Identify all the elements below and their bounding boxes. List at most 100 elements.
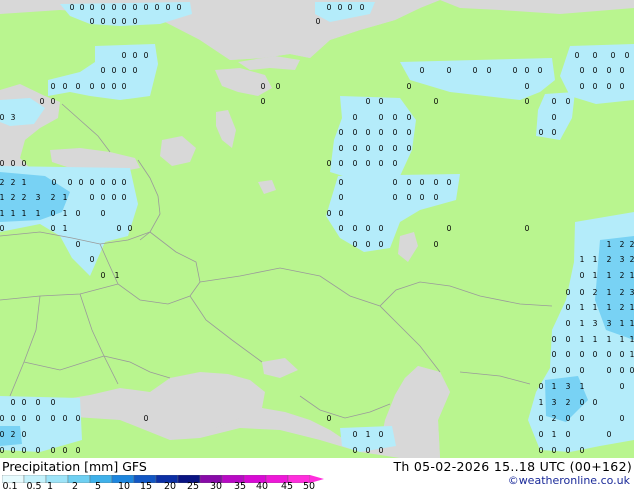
grid-value: 0 bbox=[63, 414, 68, 423]
grid-value: 0 bbox=[353, 159, 358, 168]
grid-value: 0 bbox=[261, 97, 266, 106]
scale-label: 10 bbox=[117, 481, 131, 492]
grid-value: 0 bbox=[36, 414, 41, 423]
grid-value: 2 bbox=[552, 414, 557, 423]
grid-value: 0 bbox=[420, 193, 425, 202]
grid-value: 2 bbox=[607, 255, 612, 264]
valid-time: Th 05-02-2026 15..18 UTC (00+162) bbox=[393, 459, 632, 474]
grid-value: 0 bbox=[133, 3, 138, 12]
grid-value: 0 bbox=[22, 414, 27, 423]
grid-value: 3 bbox=[36, 193, 41, 202]
grid-value: 0 bbox=[580, 398, 585, 407]
grid-value: 0 bbox=[52, 178, 57, 187]
grid-value: 0 bbox=[353, 224, 358, 233]
grid-value: 0 bbox=[79, 178, 84, 187]
grid-value: 0 bbox=[580, 446, 585, 455]
grid-value: 3 bbox=[620, 255, 625, 264]
grid-value: 0 bbox=[144, 51, 149, 60]
grid-value: 0 bbox=[0, 446, 5, 455]
grid-value: 1 bbox=[63, 224, 68, 233]
grid-value: 1 bbox=[630, 271, 634, 280]
grid-value: 0 bbox=[327, 3, 332, 12]
credit-link[interactable]: ©weatheronline.co.uk bbox=[508, 474, 630, 487]
grid-value: 1 bbox=[63, 209, 68, 218]
grid-value: 0 bbox=[593, 82, 598, 91]
grid-value: 0 bbox=[539, 382, 544, 391]
grid-value: 3 bbox=[566, 382, 571, 391]
grid-value: 1 bbox=[580, 335, 585, 344]
grid-value: 0 bbox=[128, 224, 133, 233]
grid-value: 1 bbox=[0, 193, 5, 202]
grid-value: 0 bbox=[552, 113, 557, 122]
grid-value: 0 bbox=[552, 366, 557, 375]
grid-value: 0 bbox=[393, 159, 398, 168]
grid-value: 0 bbox=[580, 414, 585, 423]
grid-value: 0 bbox=[122, 82, 127, 91]
grid-value: 1 bbox=[607, 288, 612, 297]
grid-value: 0 bbox=[327, 414, 332, 423]
grid-value: 0 bbox=[620, 414, 625, 423]
grid-value: 0 bbox=[393, 113, 398, 122]
grid-value: 0 bbox=[51, 82, 56, 91]
grid-value: 0 bbox=[447, 66, 452, 75]
grid-value: 0 bbox=[407, 144, 412, 153]
grid-value: 0 bbox=[122, 51, 127, 60]
grid-value: 0 bbox=[366, 224, 371, 233]
grid-value: 0 bbox=[525, 66, 530, 75]
grid-value: 0 bbox=[339, 209, 344, 218]
grid-value: 0 bbox=[76, 414, 81, 423]
grid-value: 1 bbox=[0, 209, 5, 218]
grid-value: 1 bbox=[630, 350, 634, 359]
grid-value: 0 bbox=[51, 209, 56, 218]
grid-value: 2 bbox=[51, 193, 56, 202]
grid-value: 0 bbox=[620, 382, 625, 391]
grid-value: 0 bbox=[620, 66, 625, 75]
grid-value: 1 bbox=[552, 382, 557, 391]
grid-value: 0 bbox=[353, 240, 358, 249]
scale-label: 0.1 bbox=[2, 481, 18, 492]
grid-value: 0 bbox=[580, 82, 585, 91]
grid-value: 1 bbox=[607, 240, 612, 249]
grid-value: 0 bbox=[434, 193, 439, 202]
grid-value: 0 bbox=[122, 178, 127, 187]
grid-value: 0 bbox=[353, 446, 358, 455]
grid-value: 1 bbox=[593, 303, 598, 312]
grid-value: 0 bbox=[607, 350, 612, 359]
precipitation-map[interactable]: 0000000000000000000000000000000000000000… bbox=[0, 0, 634, 458]
grid-value: 0 bbox=[420, 178, 425, 187]
grid-value: 0 bbox=[625, 51, 630, 60]
grid-value: 0 bbox=[0, 430, 5, 439]
grid-value: 1 bbox=[580, 382, 585, 391]
grid-value: 0 bbox=[339, 193, 344, 202]
grid-value: 1 bbox=[22, 209, 27, 218]
grid-value: 0 bbox=[566, 350, 571, 359]
grid-value: 0 bbox=[552, 335, 557, 344]
grid-value: 1 bbox=[552, 430, 557, 439]
grid-value: 0 bbox=[525, 97, 530, 106]
grid-value: 0 bbox=[607, 66, 612, 75]
grid-value: 1 bbox=[580, 255, 585, 264]
scale-label: 15 bbox=[139, 481, 153, 492]
grid-value: 0 bbox=[379, 224, 384, 233]
map-footer: Precipitation [mm] GFS Th 05-02-2026 15.… bbox=[0, 458, 634, 492]
grid-value: 0 bbox=[327, 209, 332, 218]
grid-value: 0 bbox=[76, 82, 81, 91]
grid-value: 1 bbox=[593, 271, 598, 280]
grid-value: 0 bbox=[379, 97, 384, 106]
grid-value: 0 bbox=[539, 430, 544, 439]
grid-value: 0 bbox=[122, 193, 127, 202]
grid-value: 0 bbox=[122, 17, 127, 26]
grid-value: 0 bbox=[566, 335, 571, 344]
grid-value: 0 bbox=[155, 3, 160, 12]
scale-label: 2 bbox=[71, 481, 79, 492]
grid-value: 0 bbox=[539, 446, 544, 455]
grid-value: 0 bbox=[487, 66, 492, 75]
grid-value: 0 bbox=[566, 446, 571, 455]
grid-value: 0 bbox=[566, 414, 571, 423]
grid-value: 1 bbox=[22, 178, 27, 187]
grid-value: 2 bbox=[566, 398, 571, 407]
grid-value: 0 bbox=[393, 193, 398, 202]
grid-value: 0 bbox=[70, 3, 75, 12]
grid-value: 0 bbox=[393, 144, 398, 153]
grid-value: 0 bbox=[539, 128, 544, 137]
